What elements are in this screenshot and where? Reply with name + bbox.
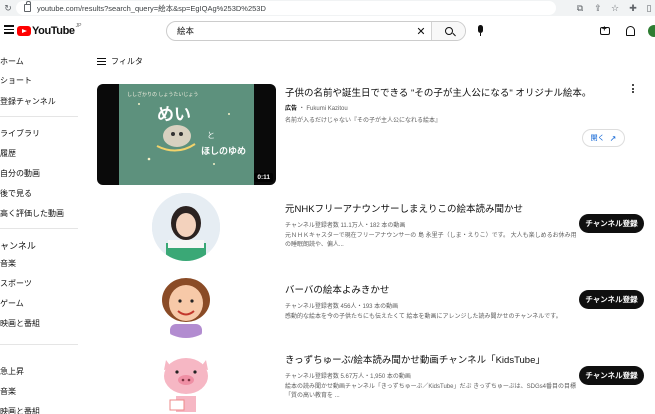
channel-title[interactable]: きっずちゅーぶ/絵本読み聞かせ動画チャンネル「KidsTube」 — [285, 352, 577, 366]
ad-open-label: 開く — [590, 135, 605, 142]
sidebar-item-sports[interactable]: スポーツ — [0, 278, 32, 289]
thumbnail-conjunction: と — [207, 131, 215, 140]
subscribe-button[interactable]: チャンネル登録 — [579, 366, 644, 385]
channel-meta: チャンネル登録者数 5.67万人・1,950 本の動画 — [285, 374, 411, 380]
grandma-illustration-icon — [152, 270, 220, 338]
install-icon[interactable]: ⧉ — [574, 2, 586, 14]
thumbnail-subtitle: ししざかりの しょうたいじょう — [127, 92, 199, 98]
thumbnail-title: めい — [157, 105, 191, 124]
sidebar-item-movies[interactable]: 映画と番組 — [0, 318, 40, 329]
ad-open-button[interactable]: 開く ↗ — [582, 129, 625, 147]
youtube-play-icon — [17, 26, 31, 36]
channel-description: 元ＮＨＫキャスターで現在フリーアナウンサーの 島 永里子（しま・えりこ）です。 … — [285, 233, 577, 248]
ad-title[interactable]: 子供の名前や誕生日でできる "その子が主人公になる" オリジナル絵本。 — [285, 85, 591, 99]
channel-result: バーバの絵本よみきかせ チャンネル登録者数 456人・193 本の動画 感動的な… — [285, 282, 577, 322]
ad-meta: 広告 ・ Fukumi Kazitou — [285, 103, 591, 112]
channel-title[interactable]: 元NHKフリーアナウンサーしまえりこの絵本読み聞かせ — [285, 201, 577, 215]
sidebar-item-music[interactable]: 音楽 — [0, 258, 16, 269]
channel-avatar[interactable] — [152, 270, 220, 338]
sidebar-item-home[interactable]: ホーム — [0, 56, 24, 67]
sidebar-item-library[interactable]: ライブラリ — [0, 128, 40, 139]
youtube-logo[interactable]: YouTube JP — [17, 23, 82, 37]
sidebar-item-liked-videos[interactable]: 高く評価した動画 — [0, 208, 64, 219]
sidebar-divider — [0, 228, 78, 229]
channel-avatar[interactable] — [152, 348, 220, 414]
channel-result: 元NHKフリーアナウンサーしまえりこの絵本読み聞かせ チャンネル登録者数 11.… — [285, 201, 577, 250]
channel-meta: チャンネル登録者数 11.1万人・182 本の動画 — [285, 223, 406, 229]
more-options-icon[interactable] — [632, 84, 635, 95]
sidebar-item-shorts[interactable]: ショート — [0, 75, 32, 86]
sidebar-item-gaming[interactable]: ゲーム — [0, 298, 24, 309]
sidebar-divider — [0, 344, 78, 345]
meta-separator: ・ — [298, 106, 305, 112]
search-input[interactable] — [167, 22, 411, 40]
video-duration: 0:11 — [254, 173, 273, 182]
sidebar-item-history[interactable]: 履歴 — [0, 148, 16, 159]
microphone-icon[interactable] — [478, 25, 483, 36]
ad-video-thumbnail[interactable]: ししざかりの しょうたいじょう めい と ほしのゆめ 0:11 — [97, 84, 276, 185]
channel-description: 感動的な絵本を今の子供たちにも伝えたくて 絵本を動画にアレンジした読み聞かせのチ… — [285, 314, 562, 320]
clear-search-icon[interactable]: ✕ — [411, 25, 431, 38]
search-button[interactable] — [431, 22, 465, 40]
subscribe-button[interactable]: チャンネル登録 — [579, 214, 644, 233]
sidebar-section-heading: ャンネル — [0, 241, 36, 251]
sidebar-item-explore-music[interactable]: 音楽 — [0, 386, 16, 397]
sidebar-item-watch-later[interactable]: 後で見る — [0, 188, 32, 199]
reload-icon[interactable]: ↻ — [2, 2, 14, 14]
sidebar-item-explore-movies[interactable]: 映画と番組 — [0, 406, 40, 414]
logo-region: JP — [75, 23, 82, 29]
subscribe-button[interactable]: チャンネル登録 — [579, 290, 644, 309]
filter-button[interactable]: フィルタ — [97, 56, 143, 67]
sidebar-item-trending[interactable]: 急上昇 — [0, 366, 24, 377]
channel-description: 絵本の読み聞かせ動画チャンネル「きっずちゅーぶ／KidsTube」だぶ きっずち… — [285, 384, 576, 399]
bookmark-star-icon[interactable]: ☆ — [609, 2, 621, 14]
channel-meta: チャンネル登録者数 456人・193 本の動画 — [285, 304, 399, 310]
create-video-icon[interactable] — [600, 24, 610, 35]
sidepanel-icon[interactable]: ▯ — [643, 2, 655, 14]
channel-title[interactable]: バーバの絵本よみきかせ — [285, 282, 577, 296]
ad-description: 名前が入るだけじゃない『その子が主人公になれる絵本』 — [285, 118, 442, 124]
sidebar-item-subscriptions[interactable]: 登録チャンネル — [0, 96, 56, 107]
filter-label: フィルタ — [111, 57, 143, 66]
external-link-icon: ↗ — [609, 133, 617, 143]
lock-icon — [24, 1, 31, 12]
pig-illustration-icon — [152, 348, 220, 414]
channel-avatar[interactable] — [152, 193, 220, 261]
youtube-header: YouTube JP ✕ — [0, 16, 655, 46]
url-text: youtube.com/results?search_query=絵本&sp=E… — [37, 3, 266, 13]
person-portrait-icon — [152, 193, 220, 261]
share-icon[interactable]: ⇪ — [592, 2, 604, 14]
notifications-bell-icon[interactable] — [626, 26, 635, 36]
browser-bar: ↻ youtube.com/results?search_query=絵本&sp… — [0, 0, 655, 16]
sidebar-divider — [0, 116, 78, 117]
avatar[interactable] — [648, 25, 655, 37]
ad-result: 子供の名前や誕生日でできる "その子が主人公になる" オリジナル絵本。 広告 ・… — [285, 85, 591, 126]
address-bar[interactable]: youtube.com/results?search_query=絵本&sp=E… — [16, 1, 556, 15]
sidebar-item-your-videos[interactable]: 自分の動画 — [0, 168, 40, 179]
extensions-icon[interactable]: ✚ — [627, 2, 639, 14]
hamburger-menu-icon[interactable] — [4, 25, 14, 34]
ad-badge: 広告 — [285, 106, 298, 112]
search-icon — [444, 27, 453, 35]
channel-result: きっずちゅーぶ/絵本読み聞かせ動画チャンネル「KidsTube」 チャンネル登録… — [285, 352, 577, 401]
ad-advertiser: Fukumi Kazitou — [306, 106, 348, 112]
ad-thumbnail-art: ししざかりの しょうたいじょう めい と ほしのゆめ — [119, 84, 254, 185]
logo-text: YouTube — [32, 25, 75, 37]
thumbnail-title-line2: ほしのゆめ — [201, 146, 247, 156]
search-box: ✕ — [166, 21, 466, 41]
filter-icon — [97, 57, 106, 66]
